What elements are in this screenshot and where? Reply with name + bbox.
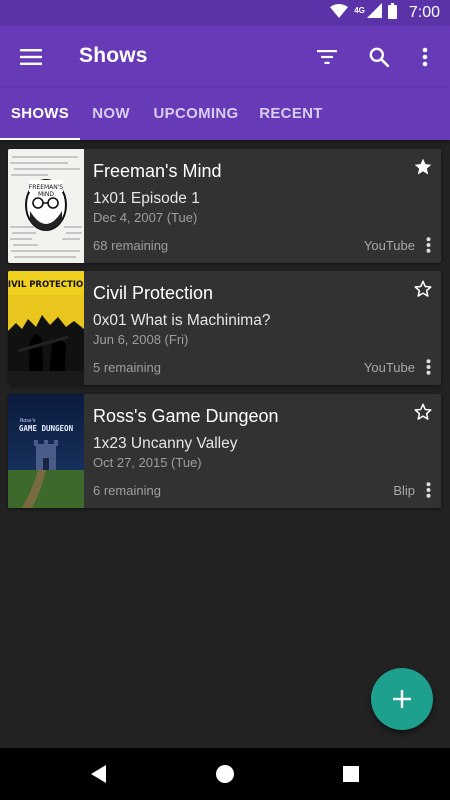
- recents-icon[interactable]: [337, 760, 365, 788]
- tab-now[interactable]: NOW: [82, 88, 140, 140]
- show-next-episode: 1x23 Uncanny Valley: [93, 435, 238, 452]
- show-remaining-count: 68 remaining: [93, 238, 169, 253]
- show-remaining-count: 6 remaining: [93, 483, 161, 498]
- menu-icon[interactable]: [14, 40, 48, 74]
- show-network: YouTube: [363, 360, 415, 375]
- tab-indicator: [0, 138, 80, 140]
- search-icon[interactable]: [362, 40, 396, 74]
- overflow-menu-icon[interactable]: [408, 40, 442, 74]
- plus-icon: [393, 690, 411, 708]
- show-more-icon[interactable]: [421, 357, 435, 377]
- app-screen: 4G 7:00 Shows SHOWS NOW UPCOMING RECENT …: [0, 0, 450, 800]
- show-network: Blip: [393, 483, 415, 498]
- system-nav-bar: [0, 748, 450, 800]
- filter-icon[interactable]: [310, 40, 344, 74]
- wifi-icon: [330, 3, 349, 23]
- show-title: Freeman's Mind: [93, 161, 222, 181]
- show-card[interactable]: Ross's GAME DUNGEON Ross's Game Dungeon …: [8, 394, 441, 508]
- status-bar: 4G 7:00: [0, 0, 450, 26]
- show-next-episode: 1x01 Episode 1: [93, 190, 200, 207]
- back-icon[interactable]: [85, 760, 113, 788]
- show-next-episode: 0x01 What is Machinima?: [93, 312, 271, 329]
- tab-recent[interactable]: RECENT: [254, 88, 328, 140]
- add-show-button[interactable]: [371, 668, 433, 730]
- show-more-icon[interactable]: [421, 235, 435, 255]
- show-title: Civil Protection: [93, 283, 214, 303]
- show-remaining-count: 5 remaining: [93, 360, 161, 375]
- svg-text:GAME DUNGEON: GAME DUNGEON: [19, 424, 74, 433]
- page-title: Shows: [79, 44, 148, 67]
- favorite-star-filled-icon[interactable]: [411, 155, 435, 179]
- show-more-icon[interactable]: [421, 480, 435, 500]
- svg-text:FREEMAN'S: FREEMAN'S: [29, 184, 64, 191]
- tab-shows[interactable]: SHOWS: [0, 88, 80, 140]
- app-bar: Shows: [0, 26, 450, 88]
- show-episode-date: Oct 27, 2015 (Tue): [93, 455, 202, 470]
- svg-text:CIVIL PROTECTION: CIVIL PROTECTION: [8, 280, 84, 290]
- svg-text:MIND: MIND: [38, 191, 54, 198]
- show-title: Ross's Game Dungeon: [93, 406, 279, 426]
- status-time: 7:00: [408, 4, 440, 21]
- status-icons: 4G 7:00: [330, 2, 440, 24]
- cell-signal-icon: [366, 3, 382, 23]
- tab-bar: SHOWS NOW UPCOMING RECENT: [0, 88, 450, 140]
- show-card[interactable]: CIVIL PROTECTION Civil Protection 0x01 W…: [8, 271, 441, 385]
- home-icon[interactable]: [211, 760, 239, 788]
- show-poster: CIVIL PROTECTION: [8, 271, 84, 385]
- favorite-star-outline-icon[interactable]: [411, 277, 435, 301]
- favorite-star-outline-icon[interactable]: [411, 400, 435, 424]
- show-poster: FREEMAN'S MIND: [8, 149, 84, 263]
- show-episode-date: Dec 4, 2007 (Tue): [93, 210, 198, 225]
- show-card[interactable]: FREEMAN'S MIND Freeman's Mind 1x01 Episo…: [8, 149, 441, 263]
- network-type-label: 4G: [354, 5, 365, 15]
- show-poster: Ross's GAME DUNGEON: [8, 394, 84, 508]
- battery-icon: [387, 2, 397, 24]
- show-network: YouTube: [363, 238, 415, 253]
- tab-upcoming[interactable]: UPCOMING: [148, 88, 244, 140]
- show-episode-date: Jun 6, 2008 (Fri): [93, 332, 189, 347]
